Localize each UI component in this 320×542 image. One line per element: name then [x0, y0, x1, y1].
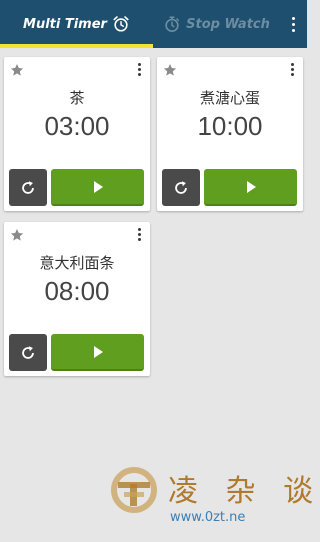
timer-card: 煮溏心蛋 10:00 — [157, 57, 303, 211]
reset-button[interactable] — [9, 169, 47, 206]
card-menu-icon[interactable] — [136, 228, 142, 244]
watermark: 凌 杂 谈 www.0zt.ne — [110, 464, 313, 534]
alarm-clock-icon — [113, 16, 129, 32]
reset-button[interactable] — [162, 169, 200, 206]
timer-time: 03:00 — [44, 111, 110, 141]
reset-button[interactable] — [9, 334, 47, 371]
tab-multi-timer-label: Multi Timer — [23, 16, 107, 32]
play-button[interactable] — [51, 169, 144, 206]
stopwatch-icon — [165, 16, 180, 33]
timer-card: 意大利面条 08:00 — [4, 222, 150, 376]
reset-icon — [22, 345, 34, 359]
play-icon — [246, 180, 256, 193]
play-button[interactable] — [204, 169, 297, 206]
play-icon — [93, 180, 103, 193]
watermark-logo-icon — [111, 467, 157, 513]
overflow-menu-icon[interactable] — [286, 14, 300, 34]
timer-card: 茶 03:00 — [4, 57, 150, 211]
timer-name: 茶 — [69, 89, 85, 107]
star-icon[interactable] — [163, 63, 177, 77]
timer-name: 意大利面条 — [39, 254, 115, 272]
timer-time: 10:00 — [197, 111, 263, 141]
timer-time: 08:00 — [44, 276, 110, 306]
tab-stop-watch[interactable]: Stop Watch — [153, 0, 280, 48]
tab-stop-watch-label: Stop Watch — [186, 16, 270, 32]
play-icon — [93, 345, 103, 358]
star-icon[interactable] — [10, 228, 24, 242]
tab-multi-timer[interactable]: Multi Timer — [0, 0, 153, 48]
watermark-url: www.0zt.ne — [170, 510, 246, 525]
reset-icon — [22, 180, 34, 194]
watermark-text: 凌 杂 谈 — [168, 474, 320, 509]
reset-icon — [175, 180, 187, 194]
card-menu-icon[interactable] — [136, 63, 142, 79]
card-menu-icon[interactable] — [289, 63, 295, 79]
play-button[interactable] — [51, 334, 144, 371]
top-app-bar: Multi Timer Stop Watch — [0, 0, 307, 48]
active-tab-indicator — [0, 44, 153, 48]
timer-name: 煮溏心蛋 — [199, 89, 260, 107]
star-icon[interactable] — [10, 63, 24, 77]
